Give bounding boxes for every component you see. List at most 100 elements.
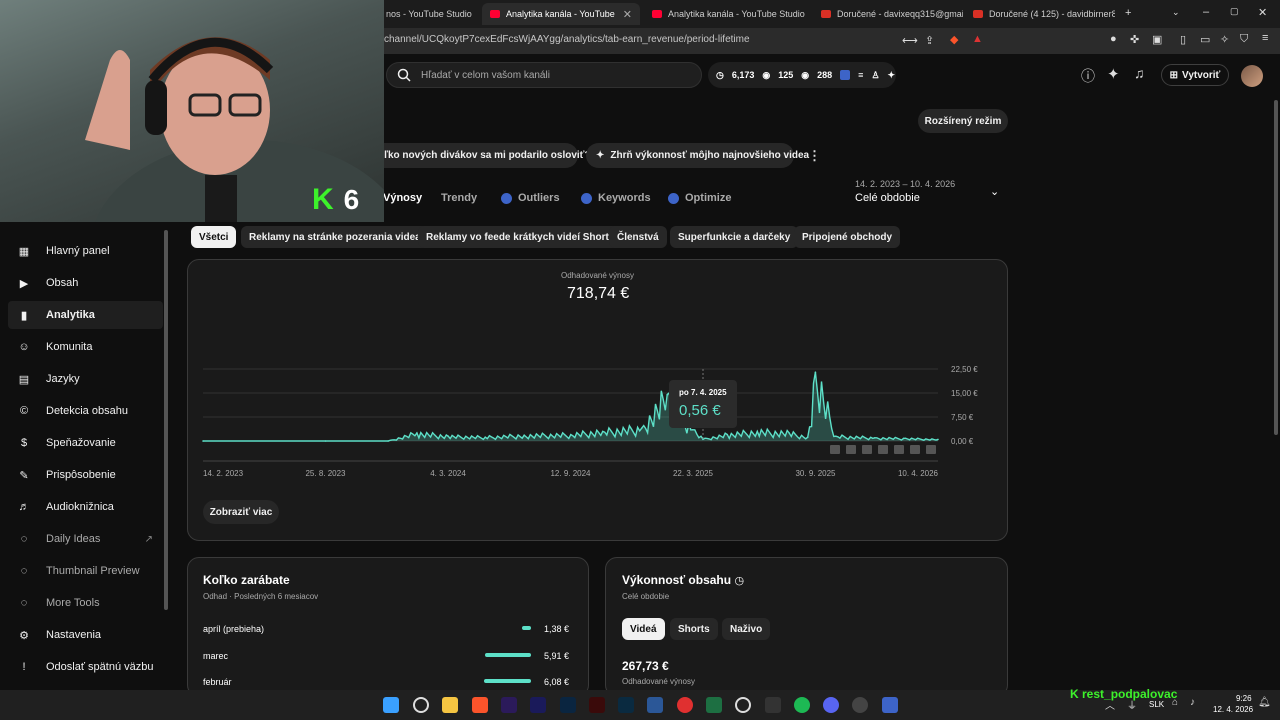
- brave-icon[interactable]: [472, 697, 488, 713]
- channel-stats-widget[interactable]: ◷ 6,173 ◉ 125 ◉ 288 ≡ ♙ ✦: [708, 62, 896, 88]
- filter-chip-watch-page-ads[interactable]: Reklamy na stránke pozerania videa: [241, 226, 429, 248]
- discord-icon[interactable]: [823, 697, 839, 713]
- vpn-icon[interactable]: ⛉: [1240, 33, 1248, 46]
- maximize-icon[interactable]: ▢: [1230, 6, 1239, 17]
- scrollbar[interactable]: [1274, 100, 1278, 435]
- search-icon[interactable]: [413, 697, 429, 713]
- sidebar-item-odoslať-spätnú-väzbu[interactable]: ! Odoslať spätnú väzbu: [8, 653, 163, 681]
- lightroom-icon[interactable]: [618, 697, 634, 713]
- help-icon[interactable]: ⓘ: [1081, 66, 1095, 86]
- spotify-icon[interactable]: [794, 697, 810, 713]
- advanced-mode-button[interactable]: Rozšírený režim: [918, 109, 1008, 133]
- close-window-icon[interactable]: ✕: [1258, 6, 1267, 19]
- avatar[interactable]: [1241, 65, 1263, 87]
- usb-icon[interactable]: ⏚: [1127, 697, 1137, 712]
- new-tab-icon[interactable]: +: [1125, 7, 1131, 19]
- sidebar-item-detekcia-obsahu[interactable]: © Detekcia obsahu: [8, 397, 163, 425]
- brave-rewards-icon[interactable]: ▲: [972, 33, 983, 45]
- share-icon[interactable]: ⇪: [925, 34, 934, 47]
- sparkle-icon[interactable]: ✦: [1107, 65, 1120, 83]
- suggestion-chip[interactable]: ✦ Zhrň výkonnosť môjho najnovšieho videa: [586, 143, 809, 168]
- word-icon[interactable]: [647, 697, 663, 713]
- puzzle-icon[interactable]: ✜: [1130, 33, 1139, 46]
- notification-icon[interactable]: 🔔︎: [1258, 697, 1271, 708]
- keyboard-language[interactable]: SLK: [1149, 700, 1164, 709]
- tab-live[interactable]: Naživo: [722, 618, 771, 640]
- premiere-icon[interactable]: [501, 697, 517, 713]
- period-range[interactable]: 14. 2. 2023 – 10. 4. 2026: [855, 179, 955, 189]
- filter-chip-shopping[interactable]: Pripojené obchody: [794, 226, 901, 248]
- tab-optimize[interactable]: Optimize: [668, 192, 731, 204]
- leo-ai-icon[interactable]: ✧: [1220, 33, 1229, 46]
- tab-keywords[interactable]: Keywords: [581, 192, 651, 204]
- translate-icon[interactable]: ⟷: [902, 34, 918, 47]
- x-tick-label: 12. 9. 2024: [550, 469, 591, 478]
- sidebar-item-prispôsobenie[interactable]: ✎ Prispôsobenie: [8, 461, 163, 489]
- chatgpt-icon[interactable]: [735, 697, 751, 713]
- sidebar-item-speňažovanie[interactable]: $ Speňažovanie: [8, 429, 163, 457]
- chevron-down-icon[interactable]: ⌄: [990, 185, 999, 198]
- sidebar-item-daily-ideas[interactable]: ◌ Daily Ideas ↗: [8, 525, 163, 553]
- minimize-icon[interactable]: –: [1203, 6, 1209, 18]
- sparkle-icon: ✦: [596, 150, 605, 161]
- create-button[interactable]: ⊞ Vytvoriť: [1161, 64, 1229, 86]
- more-vert-icon[interactable]: ⋮: [808, 148, 821, 164]
- network-icon[interactable]: ⌂: [1172, 697, 1178, 708]
- illustrator-icon[interactable]: [589, 697, 605, 713]
- sidebar-item-nastavenia[interactable]: ⚙ Nastavenia: [8, 621, 163, 649]
- tab-outliers[interactable]: Outliers: [501, 192, 560, 204]
- steam-icon[interactable]: [852, 697, 868, 713]
- show-more-button[interactable]: Zobraziť viac: [203, 500, 279, 524]
- browser-tab[interactable]: nos - YouTube Studio: [378, 3, 478, 25]
- filter-chip-memberships[interactable]: Členstvá: [609, 226, 667, 248]
- sidebar-item-more-tools[interactable]: ◌ More Tools: [8, 589, 163, 617]
- excel-icon[interactable]: [706, 697, 722, 713]
- tab-videos[interactable]: Videá: [622, 618, 665, 640]
- browser-tab[interactable]: Doručené - davixeqq315@gmail.co: [813, 3, 963, 25]
- tab-trends[interactable]: Trendy: [441, 192, 477, 204]
- sidebar-item-hlavný-panel[interactable]: ▦ Hlavný panel: [8, 237, 163, 265]
- app-icon[interactable]: [882, 697, 898, 713]
- sidebar-item-obsah[interactable]: ▶ Obsah: [8, 269, 163, 297]
- tab-list-icon[interactable]: ⌄: [1172, 7, 1180, 18]
- url-text[interactable]: channel/UCQkoytP7cexEdFcsWjAAYgg/analyti…: [384, 34, 750, 45]
- search-input[interactable]: Hľadať v celom vašom kanáli: [386, 62, 702, 88]
- sidebar-item-komunita[interactable]: ☺ Komunita: [8, 333, 163, 361]
- filter-chip-all[interactable]: Všetci: [191, 226, 237, 248]
- data-point: [756, 430, 759, 433]
- windows-start-icon[interactable]: [383, 697, 399, 713]
- menu-icon[interactable]: ≡: [1262, 32, 1268, 44]
- volume-icon[interactable]: ♪: [1190, 697, 1195, 708]
- filter-chip-shorts-ads[interactable]: Reklamy vo feede krátkych videí Shorts: [418, 226, 623, 248]
- tab-revenue[interactable]: Výnosy: [383, 192, 422, 204]
- sidebar-item-analytika[interactable]: ▮ Analytika: [8, 301, 163, 329]
- epic-games-icon[interactable]: [765, 697, 781, 713]
- tray-chevron-icon[interactable]: ︿: [1105, 697, 1115, 712]
- sidebar-item-audioknižnica[interactable]: ♬ Audioknižnica: [8, 493, 163, 521]
- revenue-chart[interactable]: 22,50 € 15,00 € 7,50 € 0,00 € 14. 2. 2023 25.…: [195, 355, 995, 485]
- suggestion-chip[interactable]: oľko nových divákov sa mi podarilo oslov…: [368, 143, 591, 168]
- sidebar-icon[interactable]: ▯: [1180, 33, 1186, 46]
- photoshop-icon[interactable]: [560, 697, 576, 713]
- sidebar-item-jazyky[interactable]: ▤ Jazyky: [8, 365, 163, 393]
- extension-icon[interactable]: ●: [1110, 33, 1117, 45]
- browser-tab[interactable]: Doručené (4 125) - davidbirner852: [965, 3, 1115, 25]
- brave-shield-icon[interactable]: ◆: [950, 33, 958, 46]
- browser-tab-active[interactable]: Analytika kanála - YouTube Stu✕: [482, 3, 640, 25]
- screenshot-icon[interactable]: ▣: [1152, 33, 1162, 46]
- bell-icon[interactable]: ♫: [1134, 65, 1145, 81]
- period-label[interactable]: Celé obdobie: [855, 192, 920, 204]
- clock-date[interactable]: 12. 4. 2026: [1213, 705, 1253, 714]
- clock-time[interactable]: 9:26: [1236, 694, 1252, 703]
- sidebar-scrollbar[interactable]: [164, 230, 168, 610]
- close-icon[interactable]: ✕: [623, 8, 632, 21]
- browser-tab[interactable]: Analytika kanála - YouTube Studio: [644, 3, 809, 25]
- sidebar-item-thumbnail-preview[interactable]: ◌ Thumbnail Preview: [8, 557, 163, 585]
- tab-shorts[interactable]: Shorts: [670, 618, 718, 640]
- file-explorer-icon[interactable]: [442, 697, 458, 713]
- wallet-icon[interactable]: ▭: [1200, 33, 1210, 46]
- filter-chip-supers[interactable]: Superfunkcie a darčeky: [670, 226, 799, 248]
- after-effects-icon[interactable]: [530, 697, 546, 713]
- performance-title: Výkonnosť obsahu ◷: [622, 573, 745, 587]
- app-icon[interactable]: [677, 697, 693, 713]
